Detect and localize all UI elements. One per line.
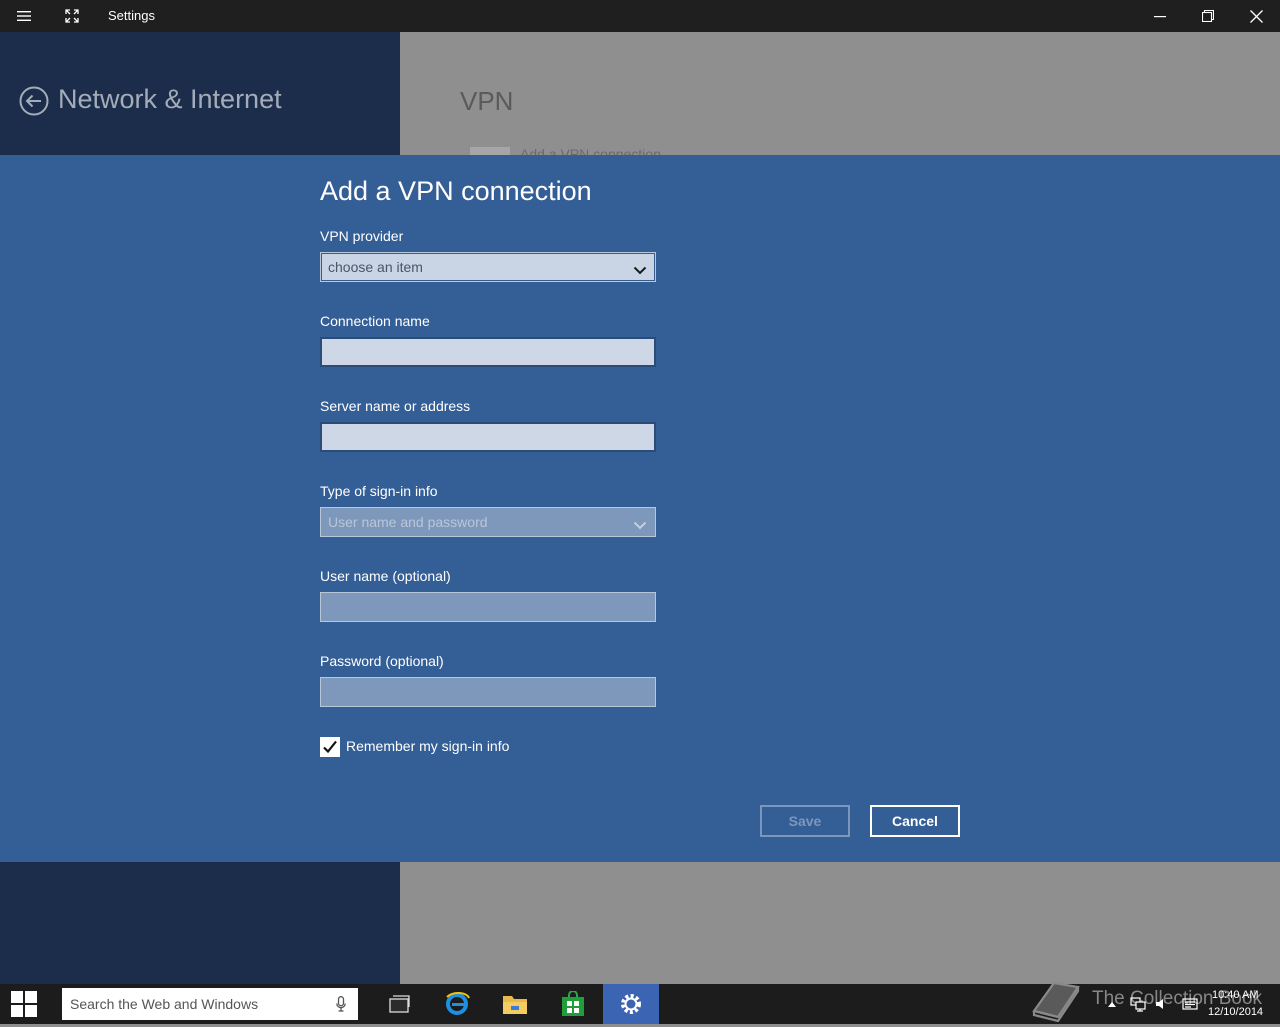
- vpn-provider-select[interactable]: choose an item: [320, 252, 656, 282]
- connection-name-label: Connection name: [320, 313, 430, 329]
- password-input[interactable]: [320, 677, 656, 707]
- cancel-button[interactable]: Cancel: [870, 805, 960, 837]
- fullscreen-icon[interactable]: [48, 0, 96, 32]
- network-icon[interactable]: [1130, 996, 1146, 1012]
- back-arrow-icon[interactable]: [19, 86, 49, 116]
- username-input[interactable]: [320, 592, 656, 622]
- chevron-down-icon: [633, 516, 647, 530]
- volume-icon[interactable]: [1154, 996, 1170, 1012]
- clock-date[interactable]: 12/10/2014: [1208, 1006, 1263, 1018]
- restore-button[interactable]: [1184, 0, 1232, 32]
- clock-time[interactable]: 10:40 AM: [1212, 989, 1258, 1001]
- server-label: Server name or address: [320, 398, 471, 414]
- store-icon[interactable]: [545, 984, 601, 1024]
- server-input[interactable]: [320, 422, 656, 452]
- add-vpn-link[interactable]: Add a VPN connection: [520, 146, 661, 155]
- taskbar-search-box[interactable]: Search the Web and Windows: [62, 988, 358, 1020]
- microphone-icon[interactable]: [336, 996, 346, 1012]
- internet-explorer-icon[interactable]: [429, 984, 485, 1024]
- close-button[interactable]: [1232, 0, 1280, 32]
- vpn-provider-label: VPN provider: [320, 228, 404, 244]
- signin-type-select[interactable]: User name and password: [320, 507, 656, 537]
- chevron-down-icon: [633, 261, 647, 275]
- notifications-icon[interactable]: [1182, 996, 1198, 1012]
- title-bar: Settings: [0, 0, 1280, 32]
- hamburger-menu-icon[interactable]: [0, 0, 48, 32]
- window-title: Settings: [108, 8, 155, 23]
- signin-type-value: User name and password: [328, 514, 488, 530]
- save-button[interactable]: Save: [760, 805, 850, 837]
- minimize-button[interactable]: [1136, 0, 1184, 32]
- remember-label[interactable]: Remember my sign-in info: [346, 738, 509, 754]
- vpn-heading: VPN: [460, 86, 514, 116]
- book-watermark-icon: [1028, 975, 1084, 1023]
- page-title: Network & Internet: [58, 84, 282, 114]
- password-label: Password (optional): [320, 653, 444, 669]
- remember-checkbox[interactable]: [320, 737, 340, 757]
- file-explorer-icon[interactable]: [487, 984, 543, 1024]
- chevron-up-icon[interactable]: [1104, 996, 1120, 1012]
- task-view-icon[interactable]: [371, 984, 427, 1024]
- vpn-provider-value: choose an item: [328, 259, 423, 275]
- connection-name-input[interactable]: [320, 337, 656, 367]
- windows-start-icon[interactable]: [0, 984, 48, 1024]
- signin-type-label: Type of sign-in info: [320, 483, 438, 499]
- username-label: User name (optional): [320, 568, 451, 584]
- settings-icon[interactable]: [603, 984, 659, 1024]
- dialog-title: Add a VPN connection: [320, 176, 592, 206]
- search-input[interactable]: Search the Web and Windows: [70, 988, 258, 1020]
